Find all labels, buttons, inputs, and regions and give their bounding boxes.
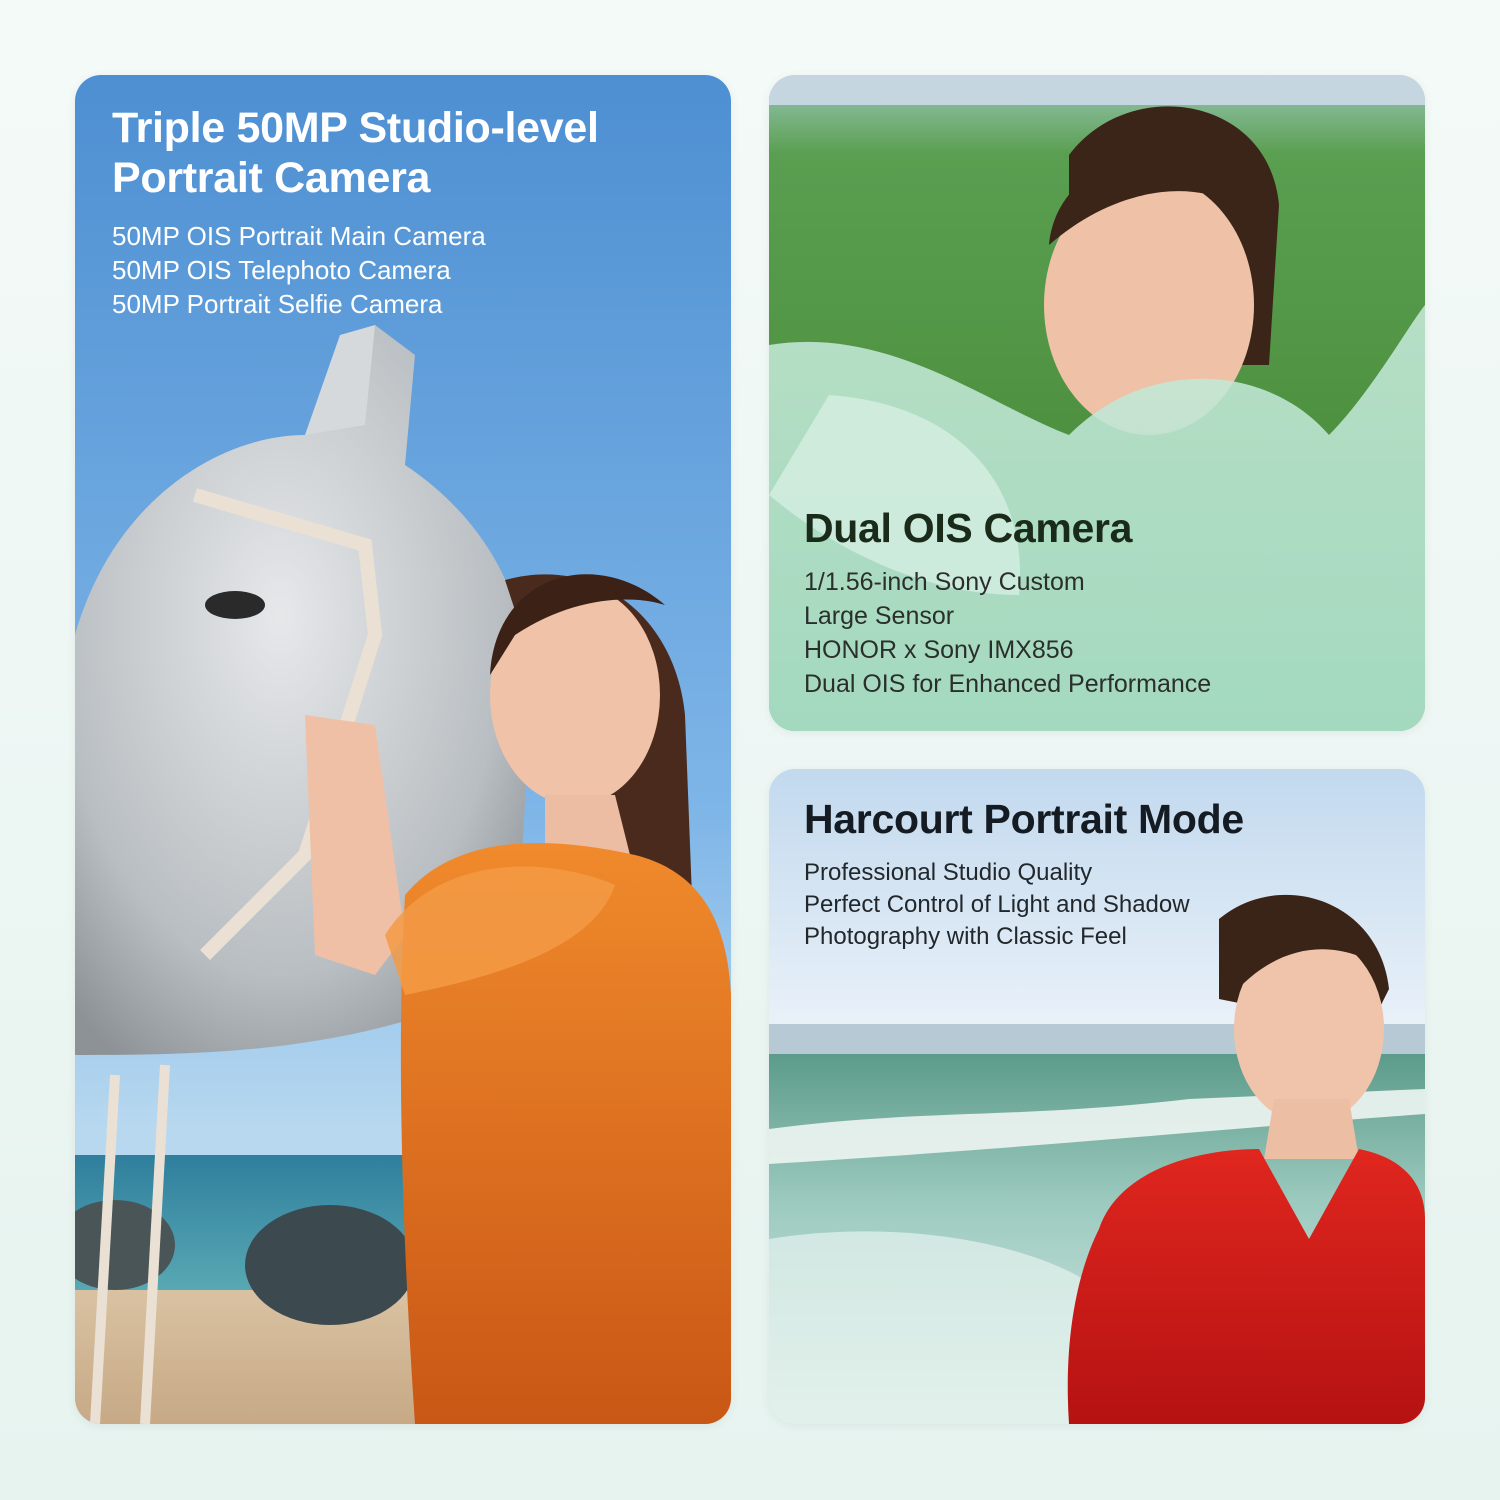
feature-line: HONOR x Sony IMX856 [804, 636, 1074, 664]
feature-line: 50MP Portrait Selfie Camera [112, 289, 443, 319]
card-title: Harcourt Portrait Mode [804, 796, 1244, 842]
feature-line: Dual OIS for Enhanced Performance [804, 670, 1212, 698]
card-feature-list: Professional Studio Quality Perfect Cont… [804, 857, 1244, 953]
card-title: Triple 50MP Studio-level Portrait Camera [112, 104, 599, 202]
feature-line: 50MP OIS Portrait Main Camera [112, 221, 486, 251]
feature-line: 1/1.56-inch Sony Custom [804, 568, 1085, 596]
card-text: Triple 50MP Studio-level Portrait Camera… [112, 103, 702, 321]
card-text: Dual OIS Camera 1/1.56-inch Sony Custom … [804, 503, 1211, 701]
card-feature-list: 50MP OIS Portrait Main Camera 50MP OIS T… [112, 219, 702, 321]
feature-card-dual-ois: Dual OIS Camera 1/1.56-inch Sony Custom … [769, 75, 1425, 731]
feature-card-harcourt-portrait: Harcourt Portrait Mode Professional Stud… [769, 769, 1425, 1424]
feature-line: Professional Studio Quality [804, 859, 1093, 886]
feature-line: Large Sensor [804, 602, 955, 630]
feature-card-triple-camera: Triple 50MP Studio-level Portrait Camera… [75, 75, 731, 1424]
card-title: Dual OIS Camera [804, 505, 1133, 551]
card-feature-list: 1/1.56-inch Sony Custom Large Sensor HON… [804, 565, 1211, 701]
feature-line: 50MP OIS Telephoto Camera [112, 255, 451, 285]
feature-line: Perfect Control of Light and Shadow [804, 891, 1190, 918]
card-text: Harcourt Portrait Mode Professional Stud… [804, 793, 1244, 953]
feature-line: Photography with Classic Feel [804, 923, 1127, 950]
